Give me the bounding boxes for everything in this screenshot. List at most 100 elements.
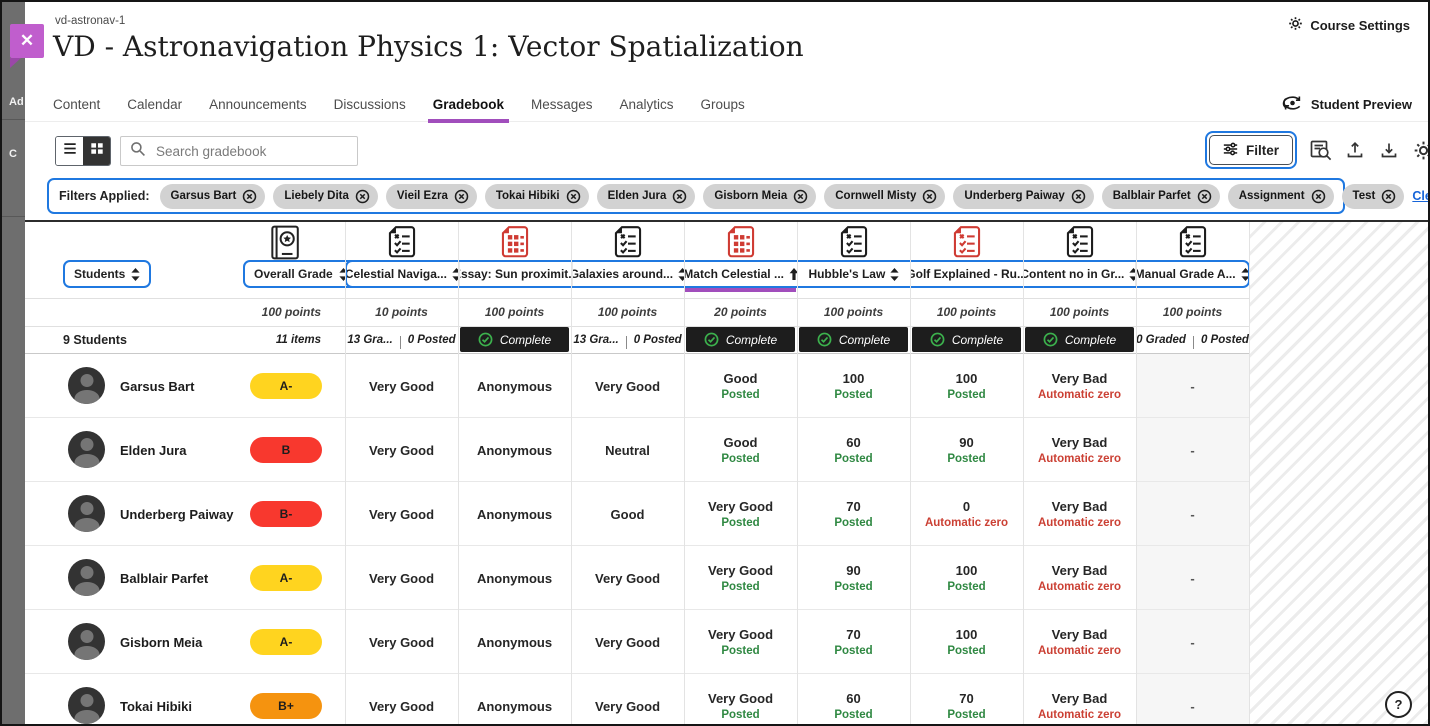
student-name[interactable]: Garsus Bart xyxy=(120,354,194,418)
clear-all-filters-link[interactable]: Clear all filters xyxy=(1412,189,1430,203)
grade-cell[interactable]: Very Good xyxy=(571,546,684,610)
grade-cell[interactable]: Very BadAutomatic zero xyxy=(1023,354,1136,418)
grade-cell[interactable]: Very BadAutomatic zero xyxy=(1023,610,1136,674)
grade-cell[interactable]: Very BadAutomatic zero xyxy=(1023,418,1136,482)
grade-cell[interactable]: Very Good xyxy=(571,610,684,674)
remove-filter-icon[interactable] xyxy=(566,189,581,204)
grade-cell[interactable]: Very Good xyxy=(571,354,684,418)
grade-cell[interactable]: GoodPosted xyxy=(684,354,797,418)
filter-chip-assignment[interactable]: Assignment xyxy=(1228,184,1334,209)
overall-grade-pill[interactable]: B xyxy=(250,437,322,463)
grade-cell[interactable]: 70Posted xyxy=(797,482,910,546)
student-preview-button[interactable]: Student Preview xyxy=(1282,88,1412,121)
column-header-match-celestial[interactable]: Match Celestial ... xyxy=(685,262,798,286)
filter-chip-test[interactable]: Test xyxy=(1342,184,1405,209)
overall-grade-pill[interactable]: A- xyxy=(250,373,322,399)
grade-cell[interactable]: Very GoodPosted xyxy=(684,610,797,674)
tab-groups[interactable]: Groups xyxy=(701,88,745,121)
remove-filter-icon[interactable] xyxy=(672,189,687,204)
tab-calendar[interactable]: Calendar xyxy=(127,88,182,121)
filter-button[interactable]: Filter xyxy=(1209,135,1293,165)
tab-analytics[interactable]: Analytics xyxy=(620,88,674,121)
grade-cell[interactable]: Very Good xyxy=(345,482,458,546)
grade-cell[interactable]: 60Posted xyxy=(797,418,910,482)
close-panel-button[interactable]: ✕ xyxy=(10,24,44,58)
grade-cell[interactable]: 90Posted xyxy=(910,418,1023,482)
grade-cell[interactable]: Very Good xyxy=(571,674,684,726)
filter-chip-balblair-parfet[interactable]: Balblair Parfet xyxy=(1102,184,1220,209)
gear-icon[interactable] xyxy=(1411,137,1430,163)
grade-cell[interactable]: Very BadAutomatic zero xyxy=(1023,674,1136,726)
grade-cell[interactable]: Anonymous xyxy=(458,546,571,610)
column-header-hubble-s-law[interactable]: Hubble's Law xyxy=(798,262,911,286)
column-header-galaxies-around[interactable]: Galaxies around... xyxy=(573,262,686,286)
grade-cell[interactable]: Very GoodPosted xyxy=(684,674,797,726)
filter-chip-cornwell-misty[interactable]: Cornwell Misty xyxy=(824,184,945,209)
student-name[interactable]: Elden Jura xyxy=(120,418,186,482)
filter-chip-underberg-paiway[interactable]: Underberg Paiway xyxy=(953,184,1093,209)
overall-grade-pill[interactable]: B- xyxy=(250,501,322,527)
grade-cell[interactable]: GoodPosted xyxy=(684,418,797,482)
grade-cell[interactable]: 100Posted xyxy=(910,610,1023,674)
grade-cell[interactable]: Very Good xyxy=(345,610,458,674)
grade-cell[interactable]: Anonymous xyxy=(458,354,571,418)
course-settings-button[interactable]: Course Settings xyxy=(1288,16,1410,34)
tab-messages[interactable]: Messages xyxy=(531,88,593,121)
filter-chip-tokai-hibiki[interactable]: Tokai Hibiki xyxy=(485,184,589,209)
grade-cell[interactable]: 0Automatic zero xyxy=(910,482,1023,546)
column-header-content-no-in-gr[interactable]: Content no in Gr... xyxy=(1024,262,1137,286)
filter-chip-liebely-dita[interactable]: Liebely Dita xyxy=(273,184,378,209)
column-header-essay-sun-proximit[interactable]: Essay: Sun proximit... xyxy=(460,262,573,286)
overall-grade-column-header[interactable]: Overall Grade xyxy=(243,260,359,288)
remove-filter-icon[interactable] xyxy=(922,189,937,204)
column-header-golf-explained-ru[interactable]: Golf Explained - Ru... xyxy=(911,262,1024,286)
upload-icon[interactable] xyxy=(1343,137,1367,163)
grade-cell[interactable]: - xyxy=(1136,354,1249,418)
grade-cell[interactable]: - xyxy=(1136,610,1249,674)
student-name[interactable]: Tokai Hibiki xyxy=(120,674,192,726)
remove-filter-icon[interactable] xyxy=(1381,189,1396,204)
overall-grade-pill[interactable]: B+ xyxy=(250,693,322,719)
grade-cell[interactable]: Very GoodPosted xyxy=(684,482,797,546)
column-header-celestial-naviga[interactable]: Celestial Naviga... xyxy=(347,262,460,286)
grade-cell[interactable]: Anonymous xyxy=(458,418,571,482)
grade-cell[interactable]: Very Good xyxy=(345,674,458,726)
download-icon[interactable] xyxy=(1377,137,1401,163)
grade-cell[interactable]: 70Posted xyxy=(910,674,1023,726)
grade-cell[interactable]: Anonymous xyxy=(458,482,571,546)
students-column-header[interactable]: Students xyxy=(63,260,151,288)
filter-chip-elden-jura[interactable]: Elden Jura xyxy=(597,184,696,209)
remove-filter-icon[interactable] xyxy=(1197,189,1212,204)
student-name[interactable]: Balblair Parfet xyxy=(120,546,208,610)
tab-content[interactable]: Content xyxy=(53,88,100,121)
grade-cell[interactable]: Very Good xyxy=(345,418,458,482)
overall-grade-pill[interactable]: A- xyxy=(250,565,322,591)
filter-chip-garsus-bart[interactable]: Garsus Bart xyxy=(160,184,266,209)
grid-view-button[interactable] xyxy=(83,137,110,165)
filter-chip-gisborn-meia[interactable]: Gisborn Meia xyxy=(703,184,816,209)
tab-discussions[interactable]: Discussions xyxy=(334,88,406,121)
overall-grade-pill[interactable]: A- xyxy=(250,629,322,655)
remove-filter-icon[interactable] xyxy=(793,189,808,204)
grade-cell[interactable]: 100Posted xyxy=(797,354,910,418)
remove-filter-icon[interactable] xyxy=(1071,189,1086,204)
grade-cell[interactable]: 100Posted xyxy=(910,354,1023,418)
grade-cell[interactable]: Very GoodPosted xyxy=(684,546,797,610)
grade-cell[interactable]: 90Posted xyxy=(797,546,910,610)
grade-cell[interactable]: 100Posted xyxy=(910,546,1023,610)
grade-cell[interactable]: - xyxy=(1136,546,1249,610)
grade-cell[interactable]: 60Posted xyxy=(797,674,910,726)
student-name[interactable]: Underberg Paiway xyxy=(120,482,233,546)
grade-cell[interactable]: - xyxy=(1136,674,1249,726)
column-header-manual-grade-a[interactable]: Manual Grade A... xyxy=(1136,262,1248,286)
grade-cell[interactable]: - xyxy=(1136,482,1249,546)
grade-cell[interactable]: - xyxy=(1136,418,1249,482)
list-view-button[interactable] xyxy=(56,137,83,165)
remove-filter-icon[interactable] xyxy=(454,189,469,204)
grade-cell[interactable]: Very BadAutomatic zero xyxy=(1023,482,1136,546)
tab-gradebook[interactable]: Gradebook xyxy=(433,88,504,121)
report-search-icon[interactable] xyxy=(1309,137,1333,163)
student-name[interactable]: Gisborn Meia xyxy=(120,610,202,674)
grade-cell[interactable]: Neutral xyxy=(571,418,684,482)
search-input[interactable] xyxy=(154,143,348,160)
